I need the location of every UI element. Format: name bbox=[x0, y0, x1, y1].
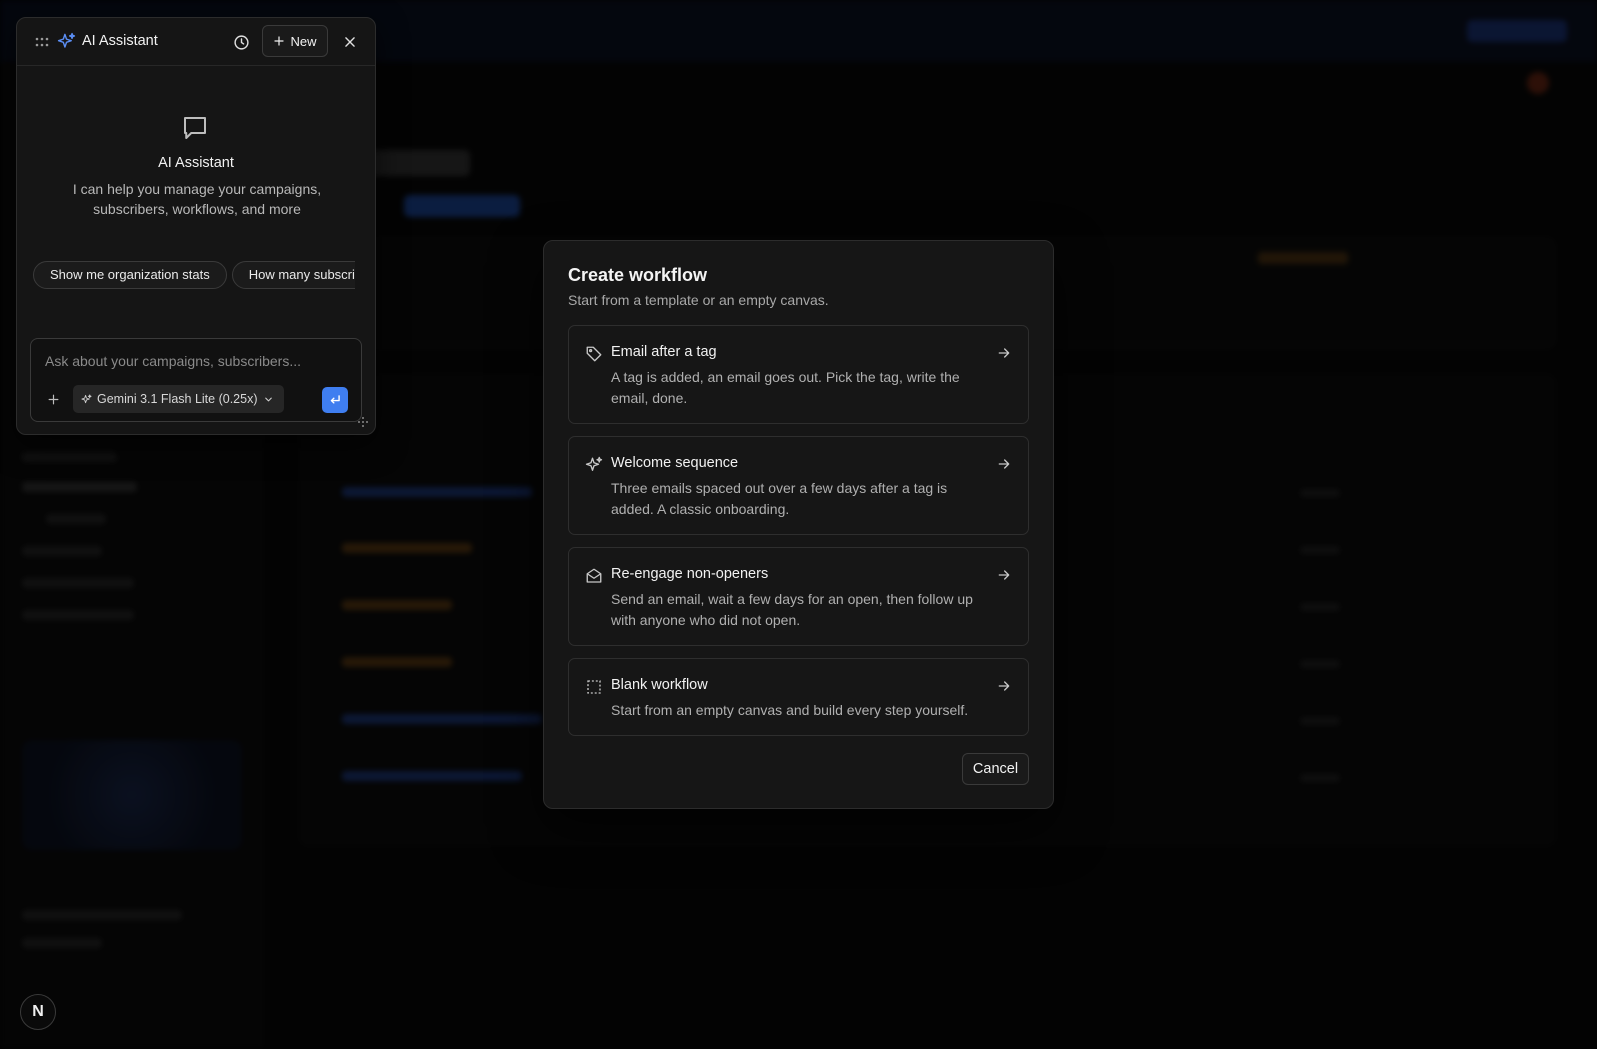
send-button[interactable] bbox=[322, 387, 348, 413]
option-title: Re-engage non-openers bbox=[611, 566, 769, 582]
plus-icon bbox=[48, 394, 58, 404]
sparkle-icon bbox=[81, 393, 92, 403]
close-icon bbox=[345, 37, 355, 47]
arrow-right-icon bbox=[998, 681, 1010, 691]
history-button[interactable] bbox=[230, 31, 252, 53]
option-email-after-tag[interactable]: Email after a tag A tag is added, an ema… bbox=[568, 325, 1029, 424]
arrow-right-icon bbox=[998, 459, 1010, 469]
dashed-square-icon bbox=[587, 680, 601, 694]
sparkle-icon bbox=[585, 456, 603, 471]
empty-state-subtitle: I can help you manage your campaigns, su… bbox=[72, 181, 322, 217]
model-label: Gemini 3.1 Flash Lite (0.25x) bbox=[97, 392, 258, 406]
chat-composer: Gemini 3.1 Flash Lite (0.25x) bbox=[30, 338, 362, 422]
suggestion-chip[interactable]: How many subscribers bbox=[231, 261, 355, 289]
option-description: A tag is added, an email goes out. Pick … bbox=[611, 369, 960, 406]
suggestion-chip[interactable]: Show me organization stats bbox=[33, 261, 227, 289]
dialog-title: Create workflow bbox=[568, 265, 708, 285]
new-chat-button[interactable]: New bbox=[262, 25, 328, 57]
suggestion-chips: Show me organization stats How many subsc… bbox=[33, 261, 355, 291]
chevron-down-icon bbox=[264, 397, 272, 401]
create-workflow-dialog: Create workflow Start from a template or… bbox=[543, 240, 1054, 809]
app-logo[interactable]: N bbox=[20, 994, 56, 1030]
plus-icon bbox=[274, 36, 285, 46]
option-title: Email after a tag bbox=[611, 344, 717, 360]
new-chat-label: New bbox=[290, 33, 317, 49]
option-title: Blank workflow bbox=[611, 677, 708, 693]
option-title: Welcome sequence bbox=[611, 455, 739, 471]
option-description: Start from an empty canvas and build eve… bbox=[611, 702, 969, 718]
option-description: Send an email, wait a few days for an op… bbox=[611, 591, 973, 628]
tag-icon bbox=[586, 346, 602, 362]
attach-button[interactable] bbox=[43, 389, 63, 409]
chat-input[interactable] bbox=[45, 351, 345, 371]
enter-icon bbox=[330, 395, 340, 404]
empty-state-title: AI Assistant bbox=[158, 155, 234, 171]
option-description: Three emails spaced out over a few days … bbox=[611, 480, 948, 517]
option-re-engage-non-openers[interactable]: Re-engage non-openers Send an email, wai… bbox=[568, 547, 1029, 646]
arrow-right-icon bbox=[998, 570, 1010, 580]
cancel-button[interactable]: Cancel bbox=[962, 753, 1029, 785]
clock-icon bbox=[233, 34, 249, 50]
ai-assistant-title: AI Assistant bbox=[82, 33, 158, 49]
option-welcome-sequence[interactable]: Welcome sequence Three emails spaced out… bbox=[568, 436, 1029, 535]
dialog-subtitle: Start from a template or an empty canvas… bbox=[568, 292, 829, 308]
close-button[interactable] bbox=[339, 31, 361, 53]
drag-handle-icon[interactable] bbox=[35, 37, 49, 47]
sparkle-icon bbox=[57, 32, 76, 48]
arrow-right-icon bbox=[998, 348, 1010, 358]
option-blank-workflow[interactable]: Blank workflow Start from an empty canva… bbox=[568, 658, 1029, 736]
model-selector[interactable]: Gemini 3.1 Flash Lite (0.25x) bbox=[73, 385, 284, 413]
chat-bubble-icon bbox=[184, 117, 206, 139]
mail-open-icon bbox=[586, 568, 602, 583]
ai-assistant-panel: AI Assistant New AI Assistant I can help… bbox=[16, 17, 376, 435]
resize-handle-icon[interactable] bbox=[357, 416, 369, 428]
ai-assistant-header: AI Assistant New bbox=[17, 18, 375, 66]
